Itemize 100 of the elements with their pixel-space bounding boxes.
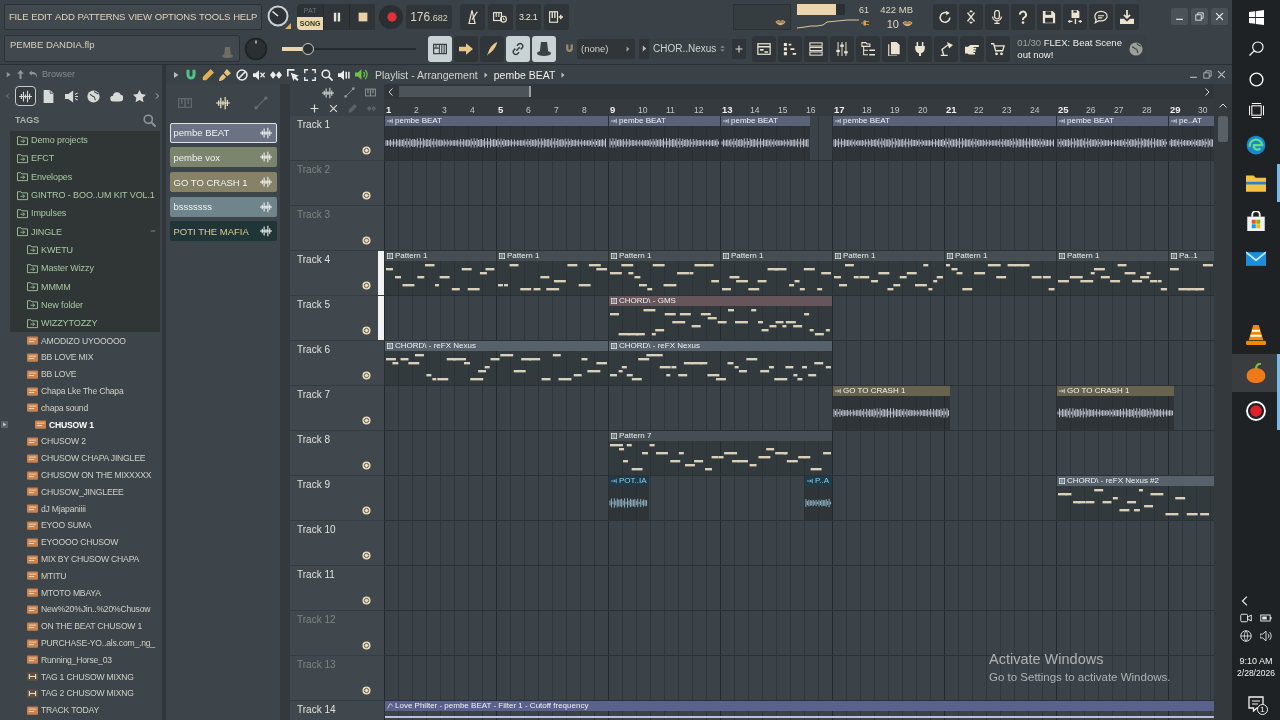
- scroll-thumb[interactable]: [1218, 116, 1228, 142]
- playlist-clip[interactable]: pe..AT: [1168, 116, 1214, 160]
- time-ruler[interactable]: 1 2 3 4 5 6 7 8 9 10 11 12 13 14 15 16 17 18 19 20 21 22 23 24 25 26 27 28 29 30: [384, 99, 1214, 116]
- playlist-clip[interactable]: pembe BEAT: [1056, 116, 1168, 160]
- menu-item[interactable]: VIEW: [128, 10, 152, 23]
- chevron-right-icon[interactable]: [1203, 87, 1211, 96]
- track-switch[interactable]: [362, 371, 371, 380]
- toolbar-button[interactable]: [752, 35, 777, 62]
- clip-source-item[interactable]: pembe vox: [169, 147, 277, 168]
- waveform-icon[interactable]: [322, 86, 334, 99]
- clip-source-item[interactable]: pembe BEAT: [169, 122, 277, 143]
- globe-icon[interactable]: [1129, 41, 1144, 56]
- track-switch[interactable]: [362, 506, 371, 515]
- browser-entry[interactable]: PURCHASE-YO..als.com_.ng_: [10, 634, 162, 652]
- browser-entry[interactable]: New%20%Jin..%20%Chusow: [10, 601, 162, 618]
- arrow-up-icon[interactable]: [16, 69, 25, 79]
- add-pattern-button[interactable]: [732, 38, 747, 59]
- browser-entry[interactable]: CHUSOW CHAPA JINGLEE: [10, 449, 162, 467]
- browser-entry[interactable]: dJ Mjapaniiii: [10, 500, 162, 518]
- browser-entry[interactable]: CHUSOW ON THE MIXXXXX: [10, 466, 162, 484]
- close-icon[interactable]: [1217, 70, 1226, 79]
- track-switch[interactable]: [362, 686, 371, 695]
- playlist-clip[interactable]: Pattern 1: [608, 251, 720, 295]
- playlist-clip[interactable]: P..A: [804, 476, 832, 520]
- close-button[interactable]: [1211, 8, 1228, 25]
- toolbar-button[interactable]: [933, 3, 957, 30]
- toolbar-button[interactable]: [1011, 3, 1035, 30]
- news-message[interactable]: 01/30 FLEX: Beat Scene out now!: [1017, 37, 1126, 60]
- piano-keys-icon[interactable]: [365, 87, 376, 99]
- folder-item[interactable]: Impulses: [10, 204, 160, 223]
- menu-item[interactable]: PATTERNS: [77, 10, 126, 23]
- browser-entry[interactable]: MIX BY CHUSOW CHAPA: [10, 550, 162, 568]
- restore-button[interactable]: [1191, 8, 1208, 25]
- browser-entry[interactable]: BB LOVE: [10, 365, 162, 383]
- playlist-clip[interactable]: pembe BEAT: [384, 116, 608, 160]
- browser-entry[interactable]: EYOO SUMA: [10, 517, 162, 534]
- play-marker-icon[interactable]: [1, 419, 8, 431]
- browser-entry[interactable]: Running_Horse_03: [10, 651, 162, 669]
- overview-handle[interactable]: [399, 86, 531, 97]
- speaker-bars-icon[interactable]: [338, 68, 350, 81]
- track-header[interactable]: Track 10: [290, 521, 384, 566]
- toolbar-button[interactable]: [1063, 3, 1087, 30]
- mute-icon[interactable]: [253, 68, 265, 81]
- track-switch[interactable]: [362, 146, 371, 155]
- playlist-clip[interactable]: POT..IA: [608, 476, 649, 520]
- playlist-clip[interactable]: Love Philter - pembe BEAT - Filter 1 - Cutoff frequency: [384, 701, 1214, 718]
- clock-time[interactable]: 9:10 AM: [1239, 656, 1273, 666]
- track-header[interactable]: Track 7: [290, 386, 384, 431]
- toolbar-button[interactable]: [778, 35, 803, 62]
- playlist-clip[interactable]: pembe BEAT: [608, 116, 720, 160]
- plus-icon[interactable]: [310, 104, 319, 114]
- clip-source-item[interactable]: GO TO CRASH 1: [169, 172, 277, 193]
- menu-item[interactable]: TOOLS: [199, 10, 231, 23]
- menu-item[interactable]: OPTIONS: [154, 10, 197, 23]
- waveform-icon[interactable]: [216, 96, 230, 110]
- playlist-clip[interactable]: Pattern 1: [1056, 251, 1168, 295]
- arrangement-name[interactable]: pembe BEAT: [493, 68, 556, 81]
- clip-source-item[interactable]: POTI THE MAFIA: [169, 221, 277, 242]
- browser-entry[interactable]: MTOTO MBAYA: [10, 584, 162, 601]
- browser-entry[interactable]: CHUSOW_JINGLEEE: [10, 483, 162, 501]
- magnet-icon[interactable]: [565, 44, 574, 53]
- network-icon[interactable]: [1240, 630, 1252, 642]
- track-header[interactable]: Track 11: [290, 566, 384, 611]
- vertical-scrollbar[interactable]: [1214, 116, 1232, 720]
- browser-entry[interactable]: BB LOVE MIX: [10, 349, 162, 366]
- playlist-clip[interactable]: Pattern 7: [608, 431, 832, 475]
- toggle-button[interactable]: [532, 35, 556, 62]
- menu-item[interactable]: HELP: [233, 10, 258, 23]
- dropdown[interactable]: (none): [577, 38, 635, 59]
- speaker-icon[interactable]: [355, 68, 368, 81]
- minimize-button[interactable]: [1171, 8, 1188, 25]
- playlist-clip[interactable]: CHORD\ - reFX Nexus #2: [1056, 476, 1214, 520]
- camera-icon[interactable]: [1240, 612, 1252, 624]
- clock-date[interactable]: 2/28/2026: [1237, 668, 1275, 678]
- select-icon[interactable]: [287, 68, 299, 81]
- toolbar-button[interactable]: [1115, 3, 1139, 30]
- toolbar-button[interactable]: [856, 35, 881, 62]
- track-switch[interactable]: [362, 326, 371, 335]
- track-switch[interactable]: [362, 596, 371, 605]
- chevron-up-icon[interactable]: [1219, 102, 1227, 110]
- browser-entry[interactable]: CHUSOW 2: [10, 433, 162, 450]
- folder-item[interactable]: EFCT: [10, 149, 160, 168]
- master-slider[interactable]: [282, 42, 416, 55]
- track-switch[interactable]: [362, 416, 371, 425]
- wait-for-input-button[interactable]: [487, 3, 513, 30]
- restore-icon[interactable]: [1203, 70, 1212, 79]
- track-switch[interactable]: [362, 461, 371, 470]
- toolbar-button[interactable]: [882, 35, 907, 62]
- stop-button[interactable]: [349, 3, 376, 30]
- menu-item[interactable]: ADD: [55, 10, 75, 23]
- playlist-clip[interactable]: GO TO CRASH 1: [1056, 386, 1174, 430]
- toolbar-button[interactable]: [986, 35, 1011, 62]
- chevron-left-icon[interactable]: [1240, 596, 1250, 606]
- volume-icon[interactable]: [1260, 630, 1272, 642]
- browser-entry[interactable]: MTITU: [10, 567, 162, 585]
- triangle-icon[interactable]: [172, 70, 180, 79]
- pencil-icon[interactable]: [202, 68, 214, 81]
- toolbar-button[interactable]: [985, 3, 1009, 30]
- toggle-button[interactable]: [454, 35, 478, 62]
- toggle-button[interactable]: [428, 35, 452, 62]
